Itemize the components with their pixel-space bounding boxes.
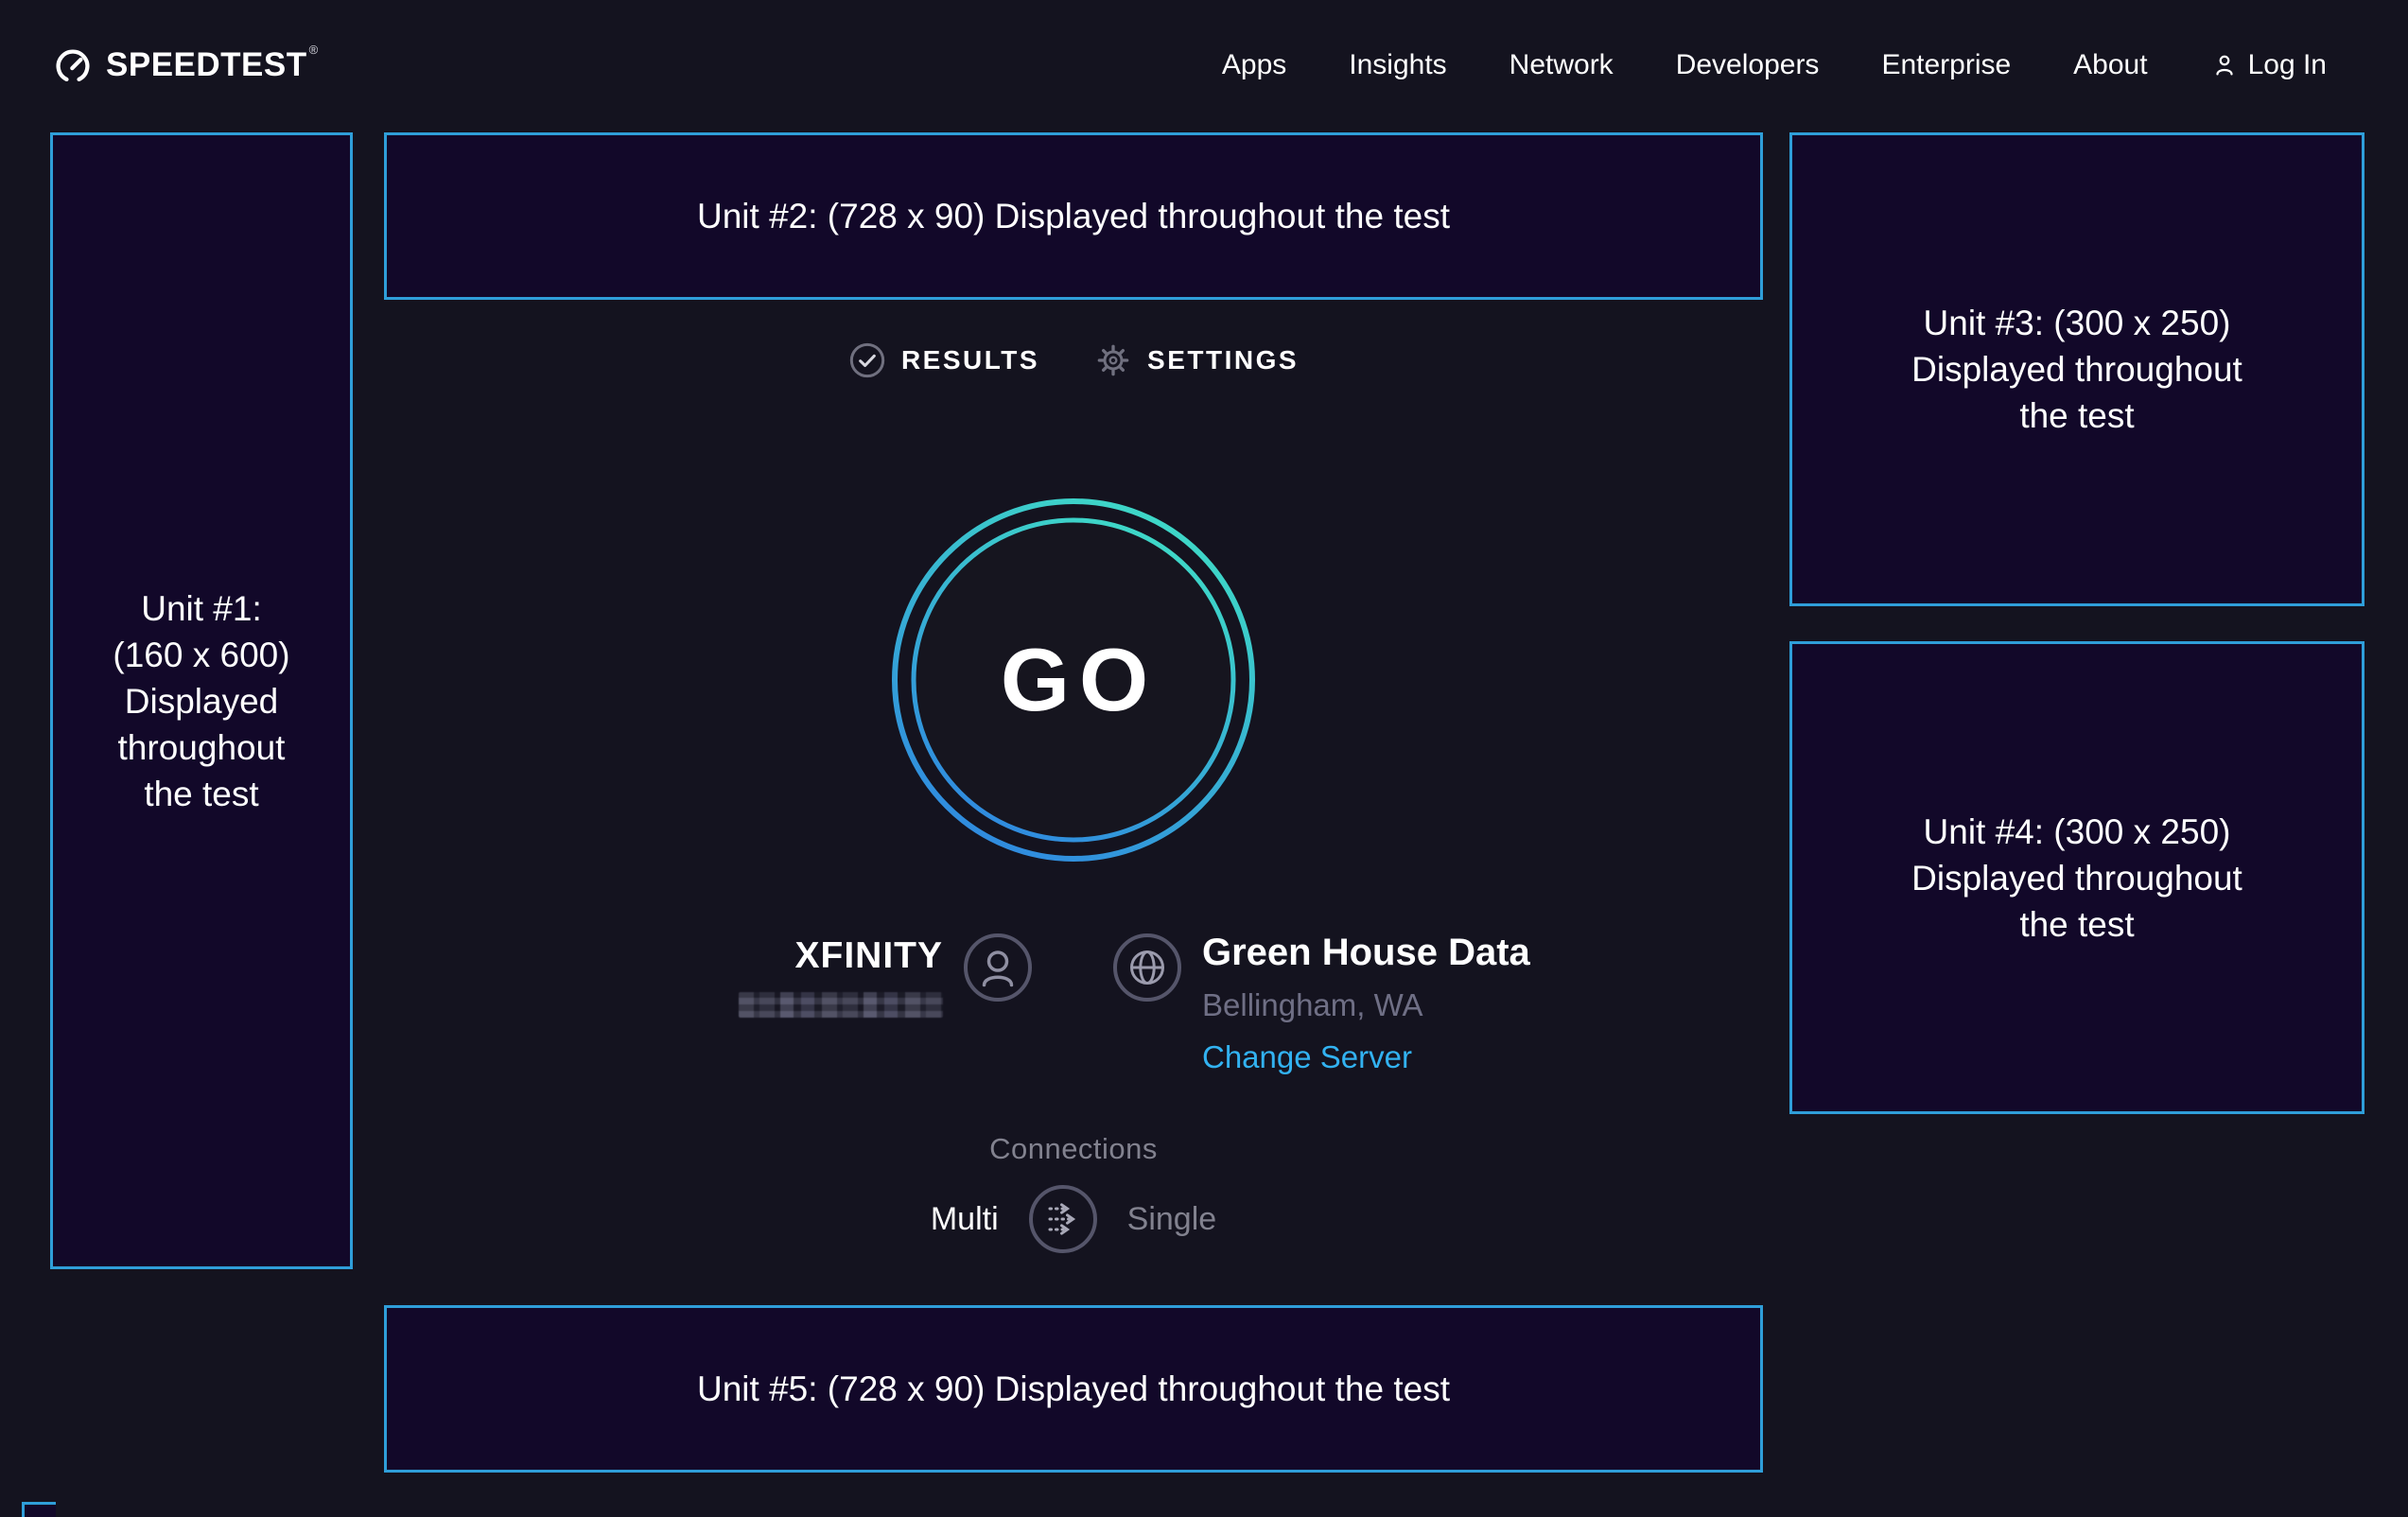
connections-toggle-row: Multi Single — [931, 1183, 1216, 1255]
logo-wordmark: SPEEDTEST® — [106, 44, 318, 86]
main-nav: Apps Insights Network Developers Enterpr… — [1222, 49, 2327, 81]
ad-unit-6-partial — [22, 1502, 56, 1517]
gear-icon — [1094, 341, 1132, 379]
connections-label: Connections — [989, 1132, 1158, 1166]
nav-item-enterprise[interactable]: Enterprise — [1881, 49, 2011, 81]
globe-icon[interactable] — [1111, 932, 1183, 1003]
server-location: Bellingham, WA — [1202, 987, 1423, 1023]
connections-multi-label[interactable]: Multi — [931, 1201, 999, 1238]
ad-text: Unit #5: (728 x 90) Displayed throughout… — [697, 1366, 1450, 1412]
ad-unit-5[interactable]: Unit #5: (728 x 90) Displayed throughout… — [384, 1305, 1763, 1473]
isp-details-redacted — [739, 992, 943, 1018]
check-circle-icon — [848, 341, 886, 379]
ad-text-line: Displayed throughout — [1911, 346, 2242, 392]
ad-text-line: Displayed — [125, 678, 278, 724]
ad-text-line: the test — [144, 771, 258, 817]
tabs-row: RESULTS SETTINGS — [848, 340, 1299, 380]
ad-text-line: Unit #3: (300 x 250) — [1924, 300, 2231, 346]
speedtest-logo[interactable]: SPEEDTEST® — [53, 44, 318, 86]
ad-text-line: throughout — [118, 724, 286, 771]
ad-unit-3[interactable]: Unit #3: (300 x 250) Displayed throughou… — [1789, 132, 2364, 606]
tab-results[interactable]: RESULTS — [848, 341, 1039, 379]
ad-text-line: Unit #1: — [141, 585, 262, 632]
ad-text-line: the test — [2019, 901, 2134, 948]
server-name: Green House Data — [1202, 932, 1530, 974]
ad-unit-2[interactable]: Unit #2: (728 x 90) Displayed throughout… — [384, 132, 1763, 300]
ad-text: Unit #2: (728 x 90) Displayed throughout… — [697, 193, 1450, 239]
nav-item-insights[interactable]: Insights — [1349, 49, 1446, 81]
login-button[interactable]: Log In — [2210, 49, 2327, 81]
trademark-symbol: ® — [309, 43, 319, 57]
change-server-link[interactable]: Change Server — [1202, 1039, 1412, 1075]
top-nav: SPEEDTEST® Apps Insights Network Develop… — [0, 0, 2408, 130]
nav-item-about[interactable]: About — [2073, 49, 2147, 81]
ad-unit-1[interactable]: Unit #1: (160 x 600) Displayed throughou… — [50, 132, 353, 1269]
server-info: Green House Data Bellingham, WA Change S… — [1202, 932, 1530, 1075]
nav-item-network[interactable]: Network — [1509, 49, 1614, 81]
ad-unit-4[interactable]: Unit #4: (300 x 250) Displayed throughou… — [1789, 641, 2364, 1114]
login-label: Log In — [2248, 49, 2327, 81]
ad-text-line: Displayed throughout — [1911, 855, 2242, 901]
speedometer-gauge-icon — [53, 46, 93, 86]
nav-item-developers[interactable]: Developers — [1676, 49, 1820, 81]
tab-settings[interactable]: SETTINGS — [1094, 341, 1299, 379]
isp-server-row: XFINITY Green House Data Bellingham, WA … — [648, 932, 1499, 1094]
settings-tab-label: SETTINGS — [1147, 345, 1299, 375]
go-button[interactable]: GO — [889, 496, 1258, 864]
go-button-label: GO — [889, 496, 1258, 864]
ad-text-line: the test — [2019, 392, 2134, 439]
connections-toggle-icon[interactable] — [1027, 1183, 1099, 1255]
nav-item-apps[interactable]: Apps — [1222, 49, 1286, 81]
test-panel: RESULTS SETTINGS — [384, 300, 1763, 1255]
isp-name: XFINITY — [794, 935, 943, 977]
user-avatar-icon[interactable] — [962, 932, 1034, 1003]
speedtest-page: SPEEDTEST® Apps Insights Network Develop… — [0, 0, 2408, 1517]
user-icon — [2210, 51, 2239, 79]
connections-single-label[interactable]: Single — [1127, 1201, 1217, 1238]
results-tab-label: RESULTS — [901, 345, 1039, 375]
ad-text-line: (160 x 600) — [113, 632, 289, 678]
ad-text-line: Unit #4: (300 x 250) — [1924, 809, 2231, 855]
